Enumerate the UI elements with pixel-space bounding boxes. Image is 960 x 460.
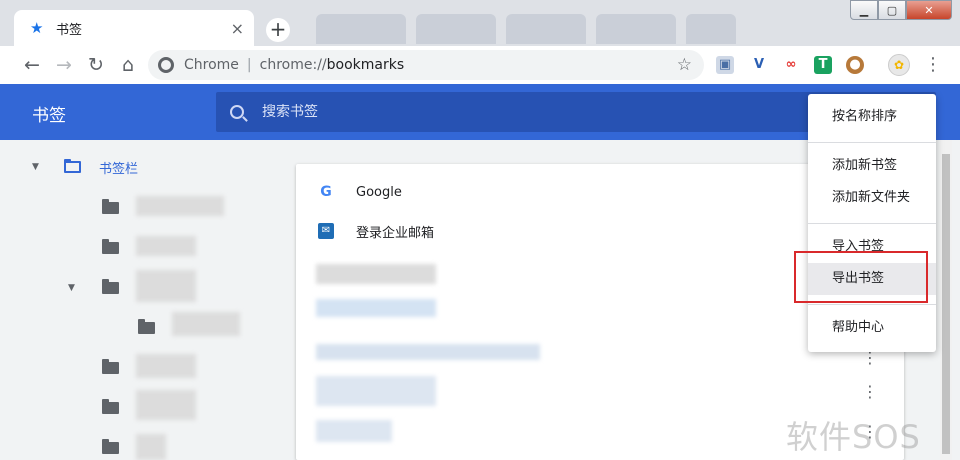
redacted-folder-name	[136, 270, 196, 302]
redacted-folder-name	[136, 196, 224, 216]
row-more-icon[interactable]: ⋮	[862, 350, 878, 366]
redacted-bookmark[interactable]	[316, 344, 540, 360]
menu-item-help[interactable]: 帮助中心	[808, 312, 936, 344]
folder-icon	[102, 399, 119, 414]
back-arrow-icon[interactable]: ←	[16, 49, 48, 81]
close-window-button[interactable]: ✕	[906, 0, 952, 20]
redacted-folder-name	[172, 312, 240, 336]
tree-item-folder[interactable]	[102, 357, 119, 379]
redacted-bookmark[interactable]	[316, 420, 392, 442]
blurred-tab[interactable]	[506, 14, 586, 44]
bookmark-title: Google	[356, 184, 402, 200]
folder-icon	[102, 239, 119, 254]
url-path: bookmarks	[326, 57, 405, 73]
search-icon	[230, 105, 244, 119]
menu-item-add-folder[interactable]: 添加新文件夹	[808, 182, 936, 214]
profile-avatar[interactable]: ✿	[888, 54, 910, 76]
blurred-tab[interactable]	[686, 14, 736, 44]
tree-item-label: 书签栏	[99, 161, 139, 177]
new-tab-button[interactable]: +	[266, 18, 290, 42]
redacted-bookmark[interactable]	[316, 376, 436, 406]
close-icon[interactable]: ×	[231, 19, 244, 38]
blurred-tab[interactable]	[596, 14, 676, 44]
tree-item-folder[interactable]	[102, 197, 119, 219]
infinity-extension-icon[interactable]: ∞	[782, 56, 800, 74]
monkey-extension-icon[interactable]: ●	[846, 56, 864, 74]
tab-strip: ★ 书签 × + ▁ ▢ ✕	[0, 0, 960, 46]
redacted-folder-name	[136, 434, 166, 460]
mail-icon: ✉	[318, 223, 334, 239]
chrome-icon	[158, 57, 174, 73]
blurred-tab[interactable]	[416, 14, 496, 44]
tree-item-folder[interactable]	[102, 237, 119, 259]
google-icon: G	[320, 184, 332, 200]
page-title: 书签	[32, 106, 66, 126]
browser-menu-icon[interactable]: ⋮	[924, 54, 942, 76]
organize-menu: 按名称排序 添加新书签 添加新文件夹 导入书签 导出书签 帮助中心	[808, 94, 936, 352]
tree-item-folder[interactable]	[102, 437, 119, 459]
folder-icon	[102, 199, 119, 214]
menu-divider	[808, 223, 936, 224]
row-more-icon[interactable]: ⋮	[862, 384, 878, 400]
tree-item-folder[interactable]	[138, 317, 155, 339]
folder-icon	[102, 439, 119, 454]
forward-arrow-icon[interactable]: →	[48, 49, 80, 81]
redacted-folder-name	[136, 354, 196, 378]
minimize-button[interactable]: ▁	[850, 0, 878, 20]
star-outline-icon[interactable]: ☆	[677, 55, 692, 75]
browser-toolbar: ← → ↻ ⌂ Chrome | chrome:// bookmarks ☆ ▣…	[0, 46, 960, 84]
bookmark-title: 登录企业邮箱	[356, 225, 435, 241]
scrollbar[interactable]	[940, 140, 952, 460]
tab-title: 书签	[56, 22, 83, 38]
tree-item-folder[interactable]: ▼	[68, 277, 119, 299]
caret-down-icon[interactable]: ▼	[32, 162, 42, 172]
redacted-folder-name	[136, 390, 196, 420]
folder-icon	[102, 359, 119, 374]
redacted-folder-name	[136, 236, 196, 256]
v-extension-icon[interactable]: V	[750, 56, 768, 74]
divider: |	[246, 57, 252, 73]
origin-label: Chrome	[184, 57, 239, 73]
redacted-bookmark[interactable]	[316, 299, 436, 317]
address-bar[interactable]: Chrome | chrome:// bookmarks ☆	[148, 50, 704, 80]
menu-divider	[808, 142, 936, 143]
folder-icon	[138, 319, 155, 334]
maximize-button[interactable]: ▢	[878, 0, 906, 20]
shield-extension-icon[interactable]: T	[814, 56, 832, 74]
image-extension-icon[interactable]: ▣	[716, 56, 734, 74]
window-controls: ▁ ▢ ✕	[850, 0, 952, 20]
home-icon[interactable]: ⌂	[112, 49, 144, 81]
watermark: 软件SOS	[786, 418, 921, 456]
tab-bookmarks[interactable]: ★ 书签 ×	[14, 10, 254, 46]
menu-item-add-bookmark[interactable]: 添加新书签	[808, 150, 936, 182]
url-scheme: chrome://	[259, 57, 327, 73]
folder-open-icon	[64, 159, 81, 173]
menu-item-sort-by-name[interactable]: 按名称排序	[808, 101, 936, 133]
tree-item-bookmarks-bar[interactable]: ▼ 书签栏	[32, 156, 138, 178]
scrollbar-thumb[interactable]	[942, 154, 950, 454]
blurred-tab[interactable]	[316, 14, 406, 44]
menu-divider	[808, 304, 936, 305]
folder-icon	[102, 279, 119, 294]
reload-icon[interactable]: ↻	[80, 49, 112, 81]
star-icon: ★	[30, 19, 44, 37]
tree-item-folder[interactable]	[102, 397, 119, 419]
redacted-bookmark[interactable]	[316, 264, 436, 284]
search-input[interactable]	[262, 104, 762, 120]
highlight-box	[794, 251, 928, 303]
caret-down-icon[interactable]: ▼	[68, 283, 78, 293]
